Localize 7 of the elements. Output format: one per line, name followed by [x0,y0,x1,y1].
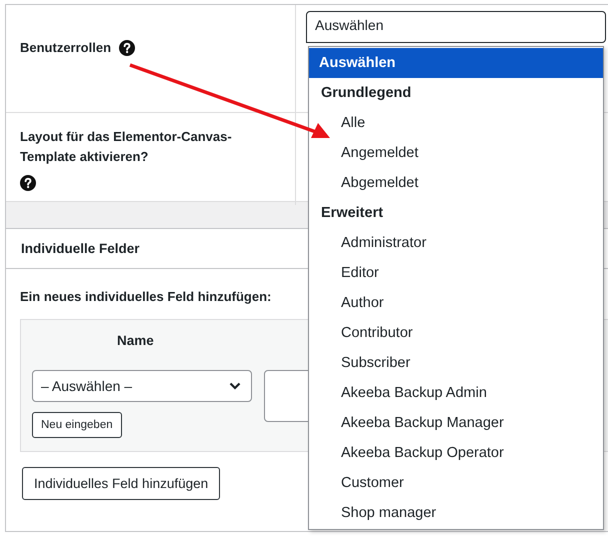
option-group-label: Grundlegend [320,84,412,103]
intro-text: Ein neues individuelles Feld hinzufügen: [20,289,272,304]
option-group-label: Erweitert [320,204,384,223]
panel-title: Individuelle Felder [21,241,140,256]
setting-label: Benutzerrollen [20,39,112,57]
column-header: Name [117,332,154,348]
setting-label: Layout für das Elementor-Canvas-Template aktivieren? [20,128,233,166]
